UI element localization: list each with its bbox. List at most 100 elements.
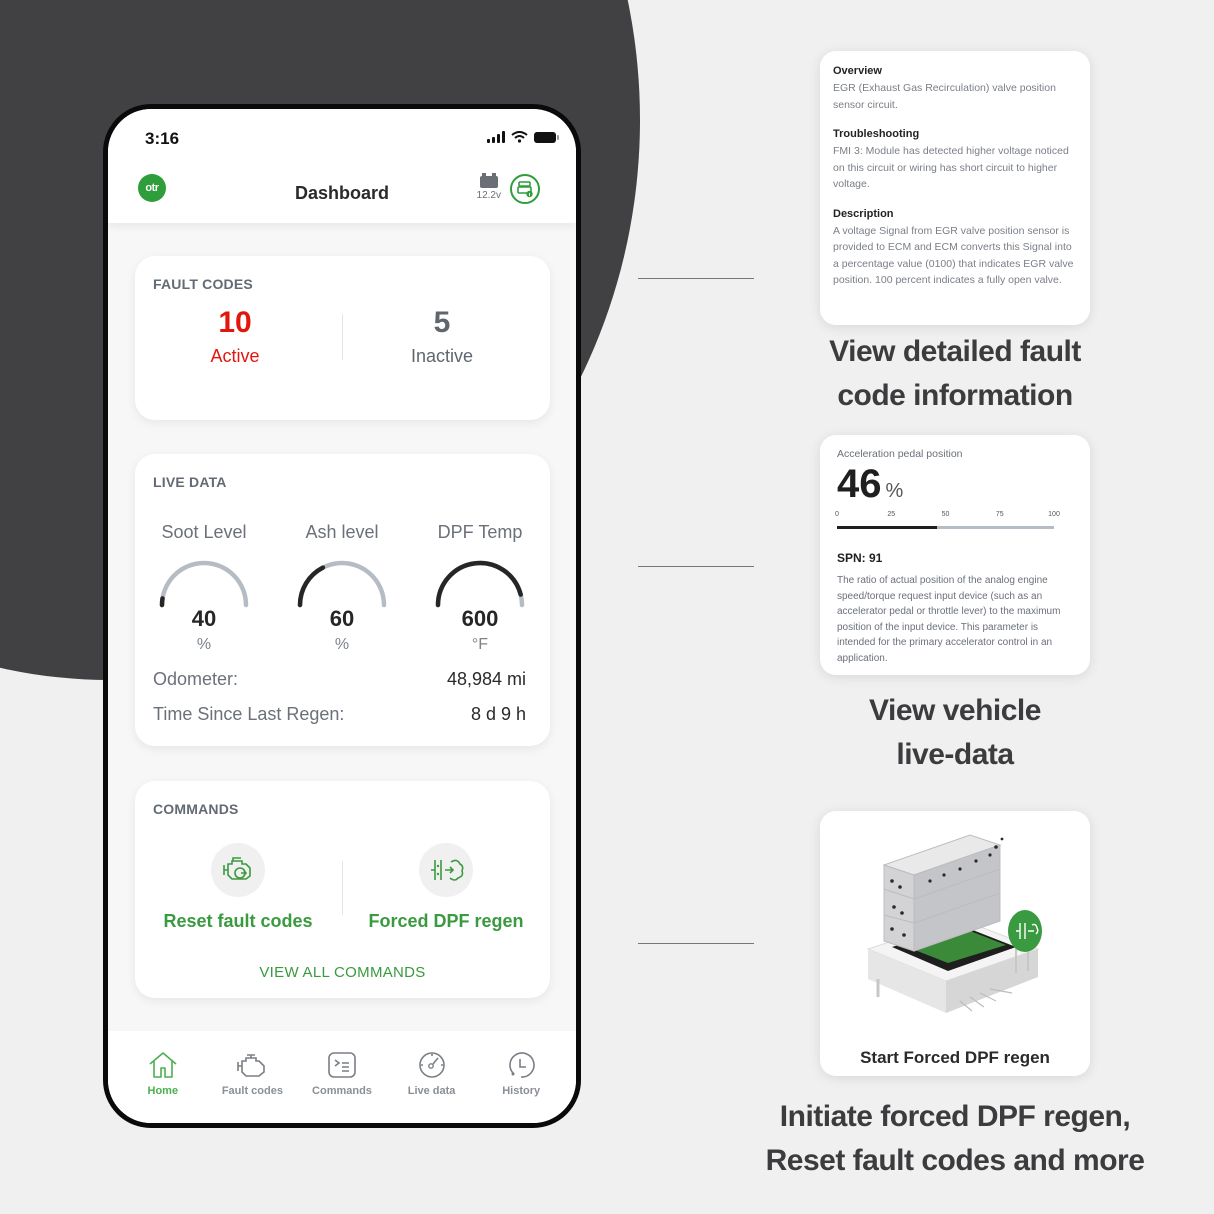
commands-divider <box>342 861 343 915</box>
commands-card: COMMANDS Reset fault codes Forced DPF re… <box>135 781 550 998</box>
gauge-track <box>297 560 387 608</box>
soot-gauge-arc <box>159 560 249 608</box>
headline-line: Initiate forced DPF regen, <box>779 1100 1131 1133</box>
inactive-label: Inactive <box>410 346 474 366</box>
stat-value: 48,984 mi <box>446 669 526 689</box>
active-faults[interactable]: 10 Active <box>135 306 335 367</box>
gauge-track <box>435 560 525 608</box>
fault-detail-card: Overview EGR (Exhaust Gas Recirculation)… <box>820 51 1090 325</box>
gauge-unit: % <box>196 636 212 653</box>
section-heading: Overview <box>833 65 882 77</box>
gauge-ash: Ash level 60 % <box>277 522 407 653</box>
cellular-signal-icon <box>487 131 505 143</box>
scale-tick: 100 <box>1048 511 1060 518</box>
tab-label: Commands <box>312 1085 372 1097</box>
scale-tick: 75 <box>995 511 1004 518</box>
truck-info-icon <box>517 181 533 198</box>
tab-commands[interactable]: Commands <box>302 1051 382 1123</box>
view-all-commands-link[interactable]: VIEW ALL COMMANDS <box>135 964 550 981</box>
section-text: A voltage Signal from EGR valve position… <box>833 224 1074 287</box>
gauge-fill <box>297 565 326 608</box>
gauge-value: 600 <box>461 606 499 631</box>
connector-line <box>638 566 754 567</box>
connector-line <box>638 278 754 279</box>
dpf-regen-card: Start Forced DPF regen <box>820 811 1090 1076</box>
gauge-label: DPF Temp <box>437 522 523 542</box>
headline-line: code information <box>837 379 1073 412</box>
gauge-track <box>159 560 249 608</box>
headline-line: Reset fault codes and more <box>765 1144 1145 1177</box>
gauge-fill <box>435 560 523 608</box>
section-heading: Troubleshooting <box>833 128 920 140</box>
tab-history[interactable]: History <box>481 1051 561 1123</box>
live-data-card[interactable]: LIVE DATA Soot Level 40 % Ash level 60 %… <box>135 454 550 746</box>
pedal-scale: 0 25 50 75 100 <box>835 511 1060 533</box>
vehicle-info-button[interactable] <box>510 174 540 204</box>
gauge-value: 60 <box>329 606 355 631</box>
odometer-row: Odometer: 48,984 mi <box>153 669 526 690</box>
gauge-fill <box>159 596 165 608</box>
spn-label: SPN: 91 <box>837 551 883 565</box>
headline-line: View detailed fault <box>829 335 1081 368</box>
tab-label: Home <box>147 1085 179 1097</box>
engine-icon <box>237 1054 266 1077</box>
active-label: Active <box>210 346 260 366</box>
vehicle-battery-indicator: 12.2v <box>477 173 501 201</box>
section-text: EGR (Exhaust Gas Recirculation) valve po… <box>833 82 1056 111</box>
live-data-title: LIVE DATA <box>153 474 227 490</box>
headline-line: live-data <box>896 738 1014 771</box>
gauge-icon <box>418 1052 445 1078</box>
regen-headline: Initiate forced DPF regen, Reset fault c… <box>740 1095 1170 1183</box>
gauge-dpf-temp: DPF Temp 600 °F <box>415 522 545 653</box>
parameter-title: Acceleration pedal position <box>837 448 963 460</box>
tab-label: History <box>502 1085 541 1097</box>
ash-gauge-arc <box>297 560 387 608</box>
fault-detail-headline: View detailed fault code information <box>740 330 1170 418</box>
tab-label: Live data <box>407 1085 456 1097</box>
headline-line: View vehicle <box>869 694 1041 727</box>
commands-title: COMMANDS <box>153 801 239 817</box>
scale-tick: 0 <box>835 511 839 518</box>
regen-time-row: Time Since Last Regen: 8 d 9 h <box>153 704 526 725</box>
inactive-faults[interactable]: 5 Inactive <box>342 306 542 367</box>
section-heading: Description <box>833 207 894 220</box>
car-battery-icon <box>479 173 498 188</box>
stat-label: Time Since Last Regen: <box>153 704 345 724</box>
reset-fault-codes-button[interactable]: Reset fault codes <box>138 843 338 932</box>
value-number: 46 <box>837 462 882 506</box>
phone-frame: 3:16 otr Dashboard 12.2v FAULT CODES 10 … <box>103 104 581 1128</box>
scale-tick: 25 <box>887 511 896 518</box>
gauge-label: Soot Level <box>161 522 247 542</box>
history-icon <box>509 1052 535 1078</box>
gauge-label: Ash level <box>305 522 379 542</box>
scale-fill <box>837 526 937 529</box>
live-data-headline: View vehicle live-data <box>740 689 1170 777</box>
stat-value: 8 d 9 h <box>470 704 526 724</box>
live-data-detail-card: Acceleration pedal position 46% 0 25 50 … <box>820 435 1090 675</box>
bottom-tab-bar: Home Fault codes Commands Live data Hist… <box>108 1031 576 1123</box>
gauge-soot: Soot Level 40 % <box>139 522 269 653</box>
gauge-unit: °F <box>471 636 489 653</box>
active-count: 10 <box>218 306 252 339</box>
forced-dpf-regen-button[interactable]: Forced DPF regen <box>346 843 546 932</box>
tab-label: Fault codes <box>221 1085 283 1097</box>
app-header: otr Dashboard 12.2v <box>108 165 576 223</box>
tab-fault-codes[interactable]: Fault codes <box>212 1051 292 1123</box>
section-text: FMI 3: Module has detected higher voltag… <box>833 145 1069 190</box>
status-icons <box>487 131 559 143</box>
dpf-filter-illustration <box>866 834 1042 1013</box>
terminal-icon <box>328 1052 356 1078</box>
connector-line <box>638 943 754 944</box>
parameter-value: 46% <box>837 462 1073 507</box>
scale-tick: 50 <box>941 511 950 518</box>
command-label: Reset fault codes <box>163 911 313 931</box>
status-bar: 3:16 <box>108 109 576 165</box>
gauge-unit: % <box>334 636 350 653</box>
stat-label: Odometer: <box>153 669 239 689</box>
phone-battery-icon <box>534 131 559 143</box>
tab-live-data[interactable]: Live data <box>392 1051 472 1123</box>
fault-codes-card[interactable]: FAULT CODES 10 Active 5 Inactive <box>135 256 550 420</box>
command-label: Forced DPF regen <box>368 911 524 931</box>
tab-home[interactable]: Home <box>123 1051 203 1123</box>
status-time: 3:16 <box>145 129 180 148</box>
